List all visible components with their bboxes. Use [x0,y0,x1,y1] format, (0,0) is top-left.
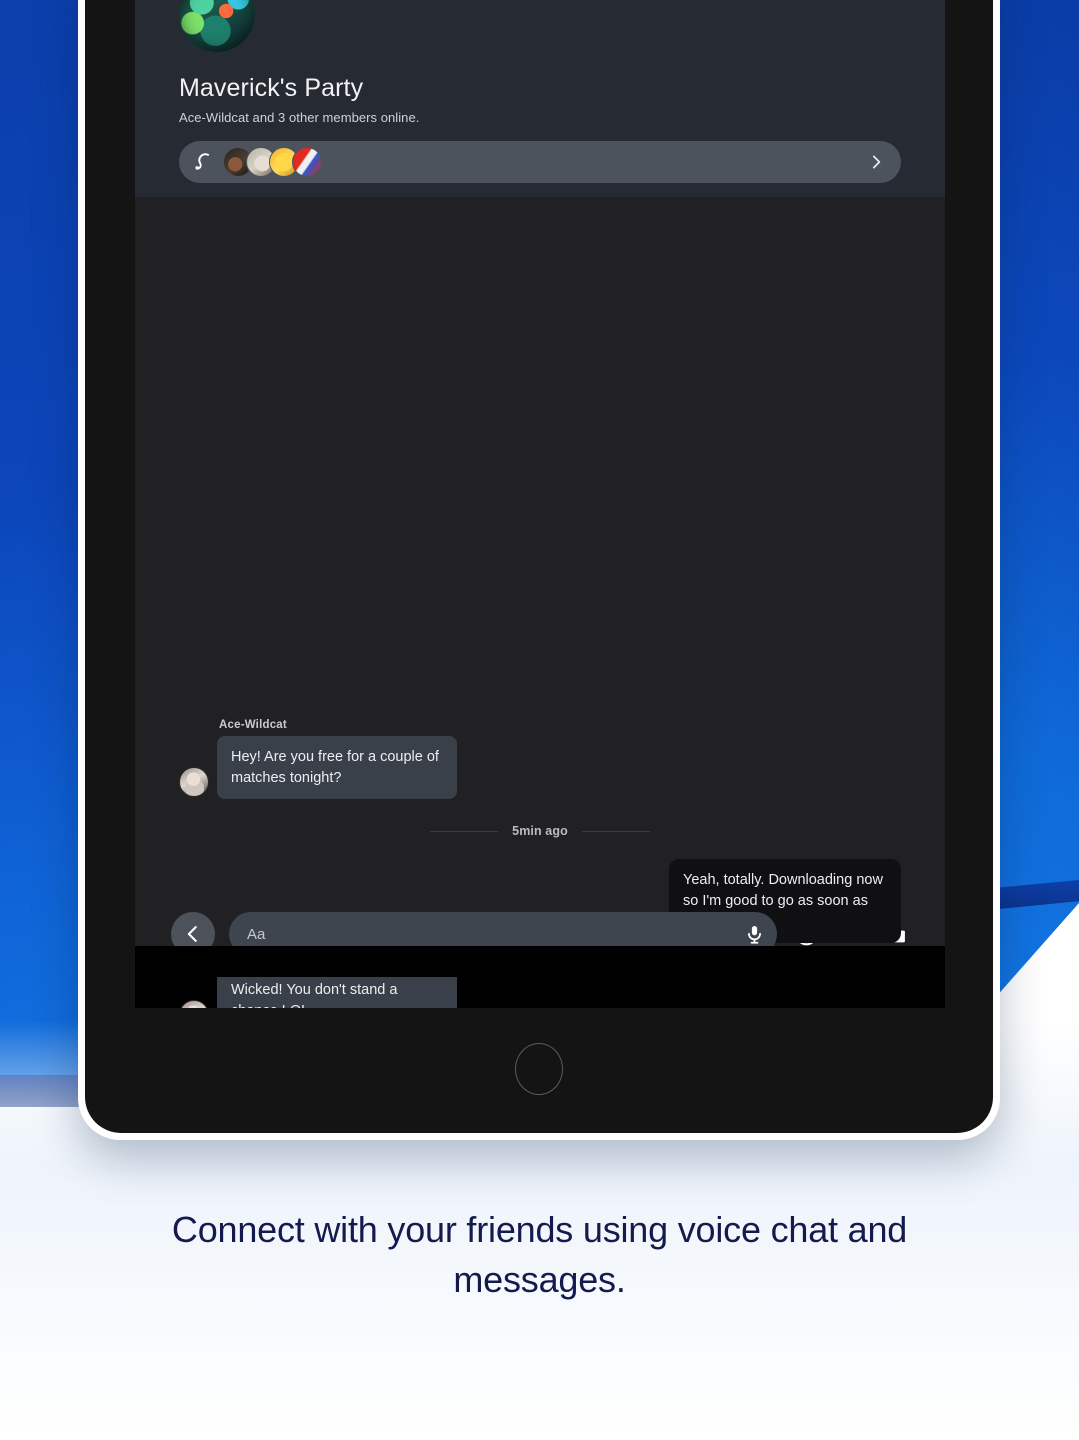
voice-chat-bar[interactable] [179,141,901,183]
message-author: Ace-Wildcat [219,719,287,731]
headset-icon [191,149,217,175]
messages-container: Ace-Wildcat Hey! Are you free for a coup… [179,197,901,1008]
time-divider: 5min ago [430,824,650,838]
voice-member-avatars [223,147,322,177]
tablet-screen: Maverick's Party Ace-Wildcat and 3 other… [135,0,945,1008]
member-avatar-4 [292,147,322,177]
avatar [179,1000,209,1008]
message-bubble: Hey! Are you free for a couple of matche… [217,736,457,800]
screen-bottom-letterbox [135,946,945,977]
page-title: Maverick's Party [179,74,364,102]
chevron-right-icon[interactable] [865,151,887,173]
party-subtitle: Ace-Wildcat and 3 other members online. [179,110,420,125]
tablet-device: Maverick's Party Ace-Wildcat and 3 other… [78,0,1000,1140]
party-header: Maverick's Party Ace-Wildcat and 3 other… [135,0,945,197]
message-column: Ace-Wildcat Hey! Are you free for a coup… [217,719,457,800]
party-avatar [179,0,255,52]
chat-message-list[interactable]: Ace-Wildcat Hey! Are you free for a coup… [135,197,945,1008]
divider-line [430,830,499,832]
caption-text: Connect with your friends using voice ch… [171,1209,908,1300]
divider-label: 5min ago [512,824,568,838]
avatar [179,767,209,798]
home-button[interactable] [515,1043,563,1095]
party-chat-app: Maverick's Party Ace-Wildcat and 3 other… [135,0,945,1008]
message-input[interactable] [247,925,737,943]
divider-line [581,830,650,832]
message-row-incoming: Ace-Wildcat Hey! Are you free for a coup… [179,719,457,800]
